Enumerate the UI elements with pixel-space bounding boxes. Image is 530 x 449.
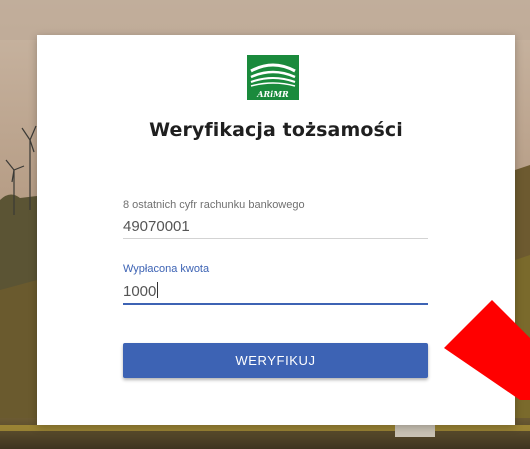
account-digits-field[interactable]: 8 ostatnich cyfr rachunku bankowego 4907… (123, 199, 428, 239)
paid-amount-value: 1000 (123, 283, 157, 300)
account-digits-input[interactable]: 49070001 (123, 218, 428, 236)
text-caret (157, 282, 159, 298)
paid-amount-label: Wypłacona kwota (123, 263, 210, 275)
account-digits-underline (123, 238, 428, 239)
paid-amount-input[interactable]: 1000 (123, 282, 428, 300)
page-title: Weryfikacja tożsamości (149, 119, 403, 141)
arimr-logo: ARiMR (247, 55, 299, 100)
paid-amount-field[interactable]: Wypłacona kwota 1000 (123, 263, 428, 305)
red-arrow-icon (440, 290, 530, 400)
logo-text: ARiMR (256, 89, 289, 99)
paid-amount-underline (123, 303, 428, 305)
account-digits-label: 8 ostatnich cyfr rachunku bankowego (123, 199, 305, 211)
verify-button[interactable]: WERYFIKUJ (123, 343, 428, 378)
